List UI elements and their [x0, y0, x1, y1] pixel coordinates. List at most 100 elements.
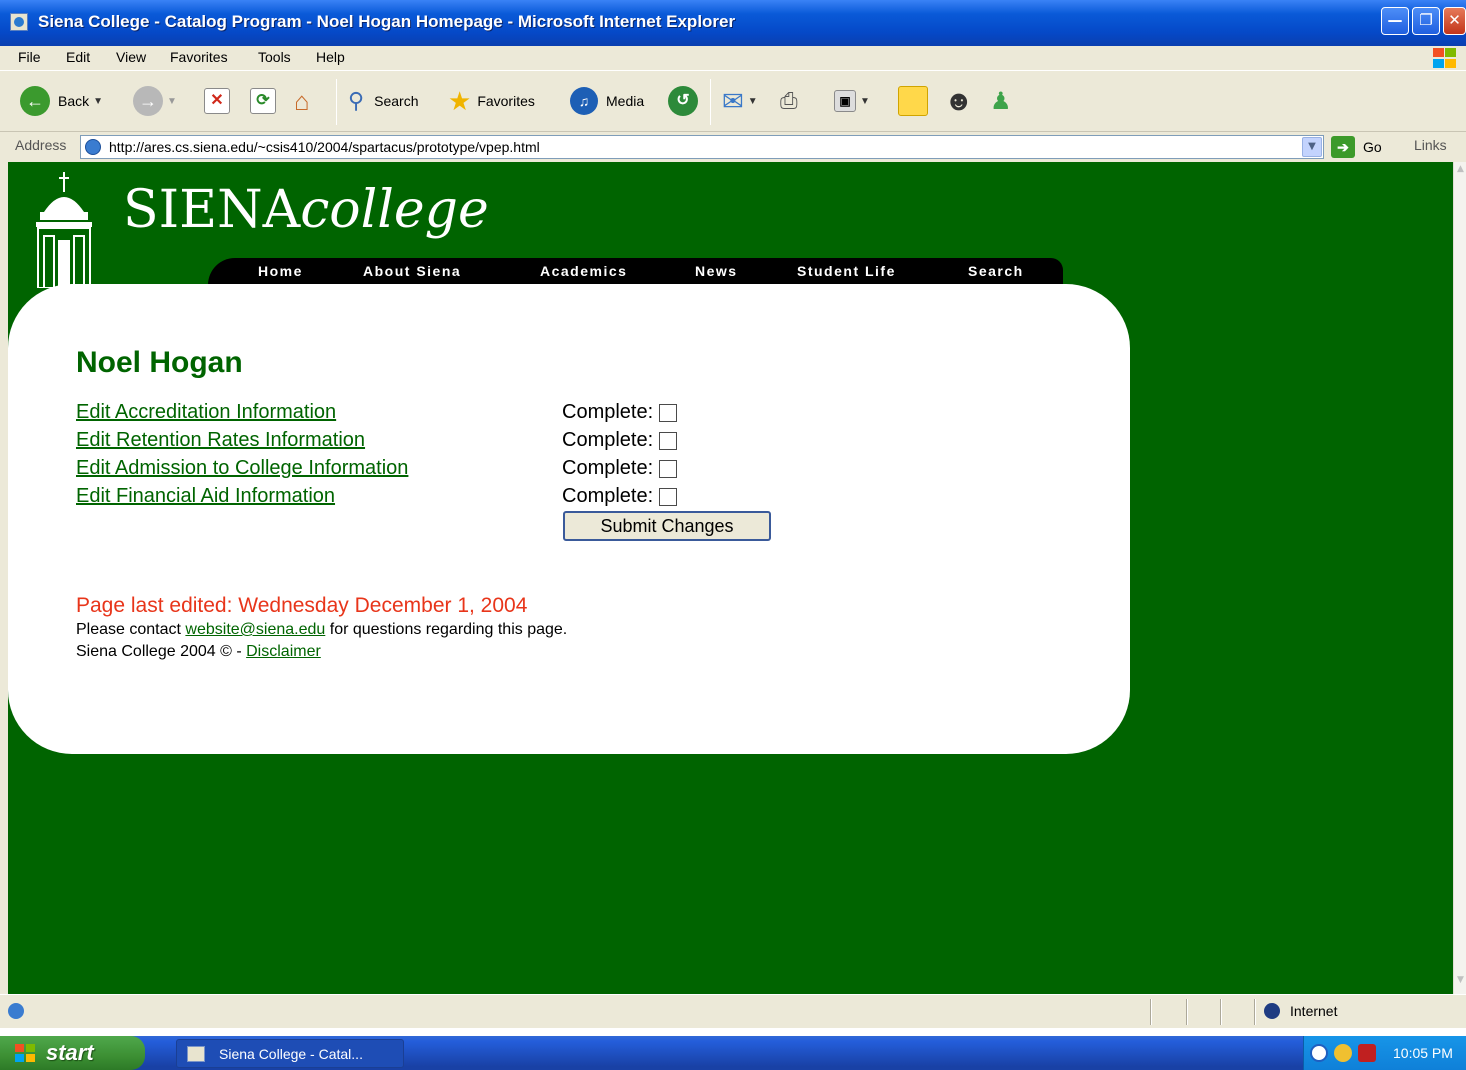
address-dropdown-icon[interactable]: ▼ — [1302, 137, 1322, 157]
favorites-label: Favorites — [477, 93, 535, 109]
back-button[interactable]: ← Back ▼ — [20, 85, 103, 117]
complete-label: Complete: — [562, 429, 654, 451]
go-arrow-icon: ➔ — [1331, 136, 1355, 158]
system-tray: 10:05 PM — [1303, 1036, 1466, 1070]
toolbar: ← Back ▼ → ▼ ✕ ⟳ ⌂ ⚲ Search ★ Favorites … — [0, 70, 1466, 132]
go-button[interactable]: ➔ Go — [1331, 136, 1382, 158]
print-icon: ⎙ — [780, 88, 798, 113]
edit-button[interactable]: ▣ ▼ — [834, 85, 870, 117]
nav-home[interactable]: Home — [258, 263, 303, 279]
mail-button[interactable]: ✉ ▼ — [722, 85, 758, 117]
contact-line: Please contact website@siena.edu for que… — [76, 621, 567, 639]
complete-label: Complete: — [562, 457, 654, 479]
complete-label: Complete: — [562, 401, 654, 423]
start-label: start — [46, 1040, 94, 1065]
complete-checkbox-admission[interactable] — [659, 459, 678, 478]
links-button[interactable]: Links — [1414, 137, 1447, 153]
history-button[interactable]: ↺ — [668, 85, 698, 117]
favorites-button[interactable]: ★ Favorites — [448, 85, 535, 117]
nav-student-life[interactable]: Student Life — [797, 263, 896, 279]
menu-edit[interactable]: Edit — [66, 49, 90, 65]
vertical-scrollbar[interactable]: ▲ ▼ — [1453, 162, 1466, 994]
edit-financial-aid-link[interactable]: Edit Financial Aid Information — [76, 485, 335, 508]
clock: 10:05 PM — [1393, 1045, 1453, 1061]
complete-checkbox-retention[interactable] — [659, 431, 678, 450]
edit-icon: ▣ — [834, 90, 856, 112]
refresh-icon: ⟳ — [250, 88, 276, 114]
address-label: Address — [15, 137, 67, 153]
nav-search[interactable]: Search — [968, 263, 1024, 279]
research-icon: ☻ — [944, 85, 974, 116]
nav-news[interactable]: News — [695, 263, 738, 279]
stop-icon: ✕ — [204, 88, 230, 114]
menu-bar: File Edit View Favorites Tools Help — [0, 46, 1466, 70]
page-title: Noel Hogan — [76, 346, 243, 379]
taskbar-item-ie[interactable]: Siena College - Catal... — [176, 1039, 404, 1068]
window-title-bar[interactable]: Siena College - Catalog Program - Noel H… — [0, 0, 1466, 46]
scroll-down-icon[interactable]: ▼ — [1454, 975, 1466, 992]
start-button[interactable]: start — [0, 1036, 145, 1070]
complete-row-financial-aid: Complete: — [562, 485, 678, 508]
windows-flag-icon — [1432, 47, 1458, 69]
site-logo[interactable]: SIENAcollege — [123, 180, 489, 240]
disclaimer-link[interactable]: Disclaimer — [246, 643, 321, 660]
search-magnifier-icon: ⚲ — [348, 88, 365, 113]
complete-row-admission: Complete: — [562, 457, 678, 480]
go-label: Go — [1363, 139, 1382, 155]
zone-label: Internet — [1290, 1003, 1338, 1019]
menu-tools[interactable]: Tools — [258, 49, 291, 65]
page-viewport: SIENAcollege Home About Siena Academics … — [8, 162, 1453, 994]
search-button[interactable]: ⚲ Search — [348, 85, 418, 117]
ie-page-icon — [187, 1045, 205, 1062]
home-icon: ⌂ — [294, 85, 310, 116]
nav-about-siena[interactable]: About Siena — [363, 263, 461, 279]
edit-admission-link[interactable]: Edit Admission to College Information — [76, 457, 408, 480]
copyright-line: Siena College 2004 © - Disclaimer — [76, 643, 321, 661]
site-nav: Home About Siena Academics News Student … — [208, 258, 1063, 285]
discuss-button[interactable] — [898, 85, 928, 117]
copyright-text: Siena College 2004 © - — [76, 643, 247, 660]
content-card: Noel Hogan Edit Accreditation Informatio… — [8, 284, 1130, 754]
research-button[interactable]: ☻ — [944, 85, 973, 117]
tray-messenger-icon[interactable] — [1334, 1044, 1352, 1062]
messenger-button[interactable]: ♟ — [990, 85, 1012, 117]
refresh-button[interactable]: ⟳ — [250, 85, 276, 117]
home-button[interactable]: ⌂ — [294, 85, 310, 117]
complete-row-accreditation: Complete: — [562, 401, 678, 424]
edit-accreditation-link[interactable]: Edit Accreditation Information — [76, 401, 336, 424]
tray-arrow-icon[interactable] — [1310, 1044, 1328, 1062]
address-bar: Address http://ares.cs.siena.edu/~csis41… — [0, 132, 1466, 162]
minimize-button[interactable]: — — [1381, 7, 1409, 35]
stop-button[interactable]: ✕ — [204, 85, 230, 117]
close-button[interactable]: ✕ — [1443, 7, 1466, 35]
scroll-up-icon[interactable]: ▲ — [1454, 164, 1466, 181]
nav-academics[interactable]: Academics — [540, 263, 627, 279]
taskbar: start Siena College - Catal... 10:05 PM — [0, 1036, 1466, 1070]
history-icon: ↺ — [668, 86, 698, 116]
address-url[interactable]: http://ares.cs.siena.edu/~csis410/2004/s… — [109, 139, 540, 155]
contact-prefix: Please contact — [76, 621, 186, 638]
contact-email-link[interactable]: website@siena.edu — [185, 621, 325, 638]
media-label: Media — [606, 93, 645, 109]
internet-globe-icon — [1264, 1003, 1280, 1019]
tray-antivirus-icon[interactable] — [1358, 1044, 1376, 1062]
media-button[interactable]: ♫ Media — [570, 85, 644, 117]
menu-view[interactable]: View — [116, 49, 146, 65]
forward-button[interactable]: → ▼ — [133, 85, 177, 117]
search-label: Search — [374, 93, 419, 109]
discuss-icon — [898, 86, 928, 116]
complete-row-retention: Complete: — [562, 429, 678, 452]
messenger-icon: ♟ — [990, 87, 1012, 115]
taskbar-item-label: Siena College - Catal... — [219, 1045, 363, 1062]
maximize-button[interactable]: ❐ — [1412, 7, 1440, 35]
menu-favorites[interactable]: Favorites — [170, 49, 228, 65]
address-field[interactable]: http://ares.cs.siena.edu/~csis410/2004/s… — [80, 135, 1324, 159]
last-edited-text: Page last edited: Wednesday December 1, … — [76, 594, 528, 617]
edit-retention-rates-link[interactable]: Edit Retention Rates Information — [76, 429, 365, 452]
complete-checkbox-financial-aid[interactable] — [659, 487, 678, 506]
menu-help[interactable]: Help — [316, 49, 345, 65]
menu-file[interactable]: File — [18, 49, 41, 65]
print-button[interactable]: ⎙ — [780, 85, 798, 117]
complete-checkbox-accreditation[interactable] — [659, 403, 678, 422]
submit-changes-button[interactable]: Submit Changes — [563, 511, 771, 541]
